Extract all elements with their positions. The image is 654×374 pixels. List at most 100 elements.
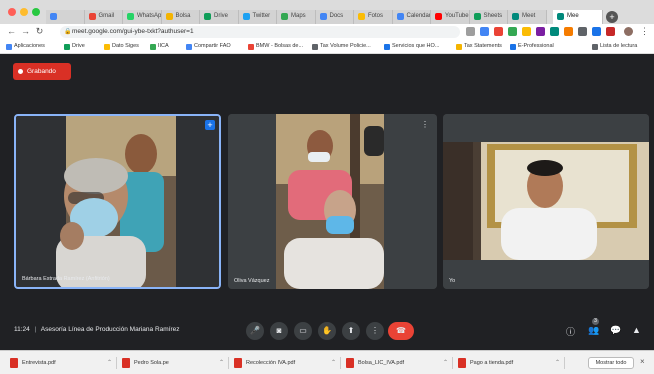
bookmark-label: Drive — [72, 43, 85, 49]
bookmark-item[interactable]: Tax Statements — [456, 43, 502, 50]
back-arrow-icon[interactable]: ← — [6, 26, 17, 37]
tab-favicon-icon — [319, 13, 327, 20]
download-item[interactable]: Recolección IVA.pdf ⌃ — [232, 355, 336, 371]
browser-tab[interactable]: Twitter — [238, 10, 277, 24]
chevron-up-icon[interactable]: ⌃ — [555, 359, 560, 366]
activities-icon[interactable]: ▲ — [632, 325, 641, 335]
browser-tab[interactable]: Drive — [200, 10, 239, 24]
lock-icon: 🔒 — [64, 29, 72, 35]
bookmark-item[interactable]: Dato Siges — [104, 43, 139, 50]
chevron-up-icon[interactable]: ⌃ — [331, 359, 336, 366]
browser-tab[interactable]: Gmail — [84, 10, 123, 24]
chevron-up-icon[interactable]: ⌃ — [443, 359, 448, 366]
extension-icon[interactable] — [592, 27, 601, 36]
reload-icon[interactable]: ↻ — [34, 26, 45, 37]
download-item[interactable]: Pedro Sola.pe ⌃ — [120, 355, 224, 371]
browser-tab[interactable]: Bolsa — [161, 10, 200, 24]
extension-icon[interactable] — [522, 27, 531, 36]
bookmark-item[interactable]: Lista de lectura — [592, 43, 637, 50]
bookmark-icon — [312, 44, 318, 50]
forward-arrow-icon[interactable]: → — [20, 26, 31, 37]
tab-label: Gmail — [98, 13, 115, 19]
download-item[interactable]: Entrevista.pdf ⌃ — [8, 355, 112, 371]
meeting-separator: | — [34, 326, 37, 333]
extension-icon[interactable] — [480, 27, 489, 36]
extension-icon[interactable] — [564, 27, 573, 36]
extension-icon[interactable] — [536, 27, 545, 36]
tab-label: WhatsApp — [137, 13, 162, 19]
bookmark-item[interactable]: IICA — [150, 43, 169, 50]
bookmark-label: BMW - Bolsas de... — [256, 43, 304, 49]
extension-icon[interactable] — [606, 27, 615, 36]
download-filename: Entrevista.pdf — [22, 360, 56, 366]
download-item[interactable]: Pago a tienda.pdf ⌃ — [456, 355, 560, 371]
kebab-menu-icon[interactable]: ⋮ — [639, 26, 650, 37]
bookmark-item[interactable]: Compartir FAO — [186, 43, 231, 50]
address-bar[interactable]: 🔒 meet.google.com/gui-ybe-txkt?authuser=… — [60, 26, 460, 38]
bookmark-icon — [384, 44, 390, 50]
mic-button[interactable]: 🎤 — [246, 322, 264, 340]
camera-icon: ◙ — [276, 326, 282, 335]
extension-icon[interactable] — [578, 27, 587, 36]
tab-label: Meet — [522, 13, 536, 19]
browser-tab[interactable]: Calendar — [392, 10, 431, 24]
maximize-window-button[interactable] — [32, 8, 40, 16]
show-all-button[interactable]: Mostrar todo — [588, 357, 634, 369]
bookmark-item[interactable]: Aplicaciones — [6, 43, 45, 50]
participant-tile-1[interactable]: + Bárbara Estrada Ramírez (Anfitrión) — [14, 114, 221, 289]
extension-icon[interactable] — [494, 27, 503, 36]
bookmark-label: Tax Statements — [464, 43, 502, 49]
browser-tab[interactable]: Meet — [508, 10, 547, 24]
captions-button[interactable]: ▭ — [294, 322, 312, 340]
participant-tile-2[interactable]: ⋮ Oliva Vázquez — [228, 114, 437, 289]
minimize-window-button[interactable] — [20, 8, 28, 16]
present-screen-icon: ⬆ — [347, 326, 355, 335]
bookmark-item[interactable]: Servicios que HO... — [384, 43, 439, 50]
tab-label: Docs — [329, 13, 344, 19]
more-options-icon[interactable]: ⋮ — [421, 120, 429, 129]
star-icon[interactable] — [466, 27, 475, 36]
present-button[interactable]: ⬆ — [342, 322, 360, 340]
browser-tab[interactable]: Maps — [277, 10, 316, 24]
avatar[interactable] — [624, 27, 633, 36]
extension-icon[interactable] — [508, 27, 517, 36]
bookmark-icon — [150, 44, 156, 50]
divider — [564, 357, 565, 369]
pin-icon[interactable]: + — [205, 120, 215, 130]
close-icon[interactable]: × — [640, 357, 645, 366]
close-window-button[interactable] — [8, 8, 16, 16]
leave-call-button[interactable]: ☎ — [388, 322, 414, 340]
tab-active-meet[interactable]: Mee — [553, 10, 603, 24]
bookmark-icon — [592, 44, 598, 50]
browser-tab[interactable]: Sheets — [469, 10, 508, 24]
bookmark-item[interactable]: BMW - Bolsas de... — [248, 43, 304, 50]
download-item[interactable]: Bolsa_LIC_IVA.pdf ⌃ — [344, 355, 448, 371]
extension-icon[interactable] — [550, 27, 559, 36]
bookmark-label: Aplicaciones — [14, 43, 45, 49]
bookmark-label: Compartir FAO — [194, 43, 231, 49]
chat-icon[interactable]: 💬 — [610, 325, 621, 336]
new-tab-plus-icon[interactable]: + — [606, 11, 618, 23]
browser-tab[interactable] — [46, 10, 85, 24]
camera-button[interactable]: ◙ — [270, 322, 288, 340]
chevron-up-icon[interactable]: ⌃ — [219, 359, 224, 366]
browser-tab[interactable]: YouTube — [431, 10, 470, 24]
browser-tab[interactable]: Docs — [315, 10, 354, 24]
bookmark-item[interactable]: Drive — [64, 43, 85, 50]
browser-tab[interactable]: WhatsApp — [123, 10, 162, 24]
bookmark-item[interactable]: Tax Volume Policie... — [312, 43, 371, 50]
more-options-button[interactable]: ⋮ — [366, 322, 384, 340]
bookmark-icon — [186, 44, 192, 50]
tab-favicon-icon — [127, 13, 134, 20]
tab-favicon-icon — [281, 13, 288, 20]
bookmark-item[interactable]: E-Professional — [510, 43, 554, 50]
participant-video — [16, 116, 219, 287]
raise-hand-button[interactable]: ✋ — [318, 322, 336, 340]
chevron-up-icon[interactable]: ⌃ — [107, 359, 112, 366]
tab-favicon-icon — [512, 13, 519, 20]
participant-tile-3[interactable]: Yo — [443, 114, 649, 289]
info-icon[interactable]: ⓘ — [566, 325, 575, 338]
bookmark-icon — [456, 44, 462, 50]
people-icon[interactable]: 👥 — [588, 325, 599, 336]
browser-tab[interactable]: Fotos — [354, 10, 393, 24]
